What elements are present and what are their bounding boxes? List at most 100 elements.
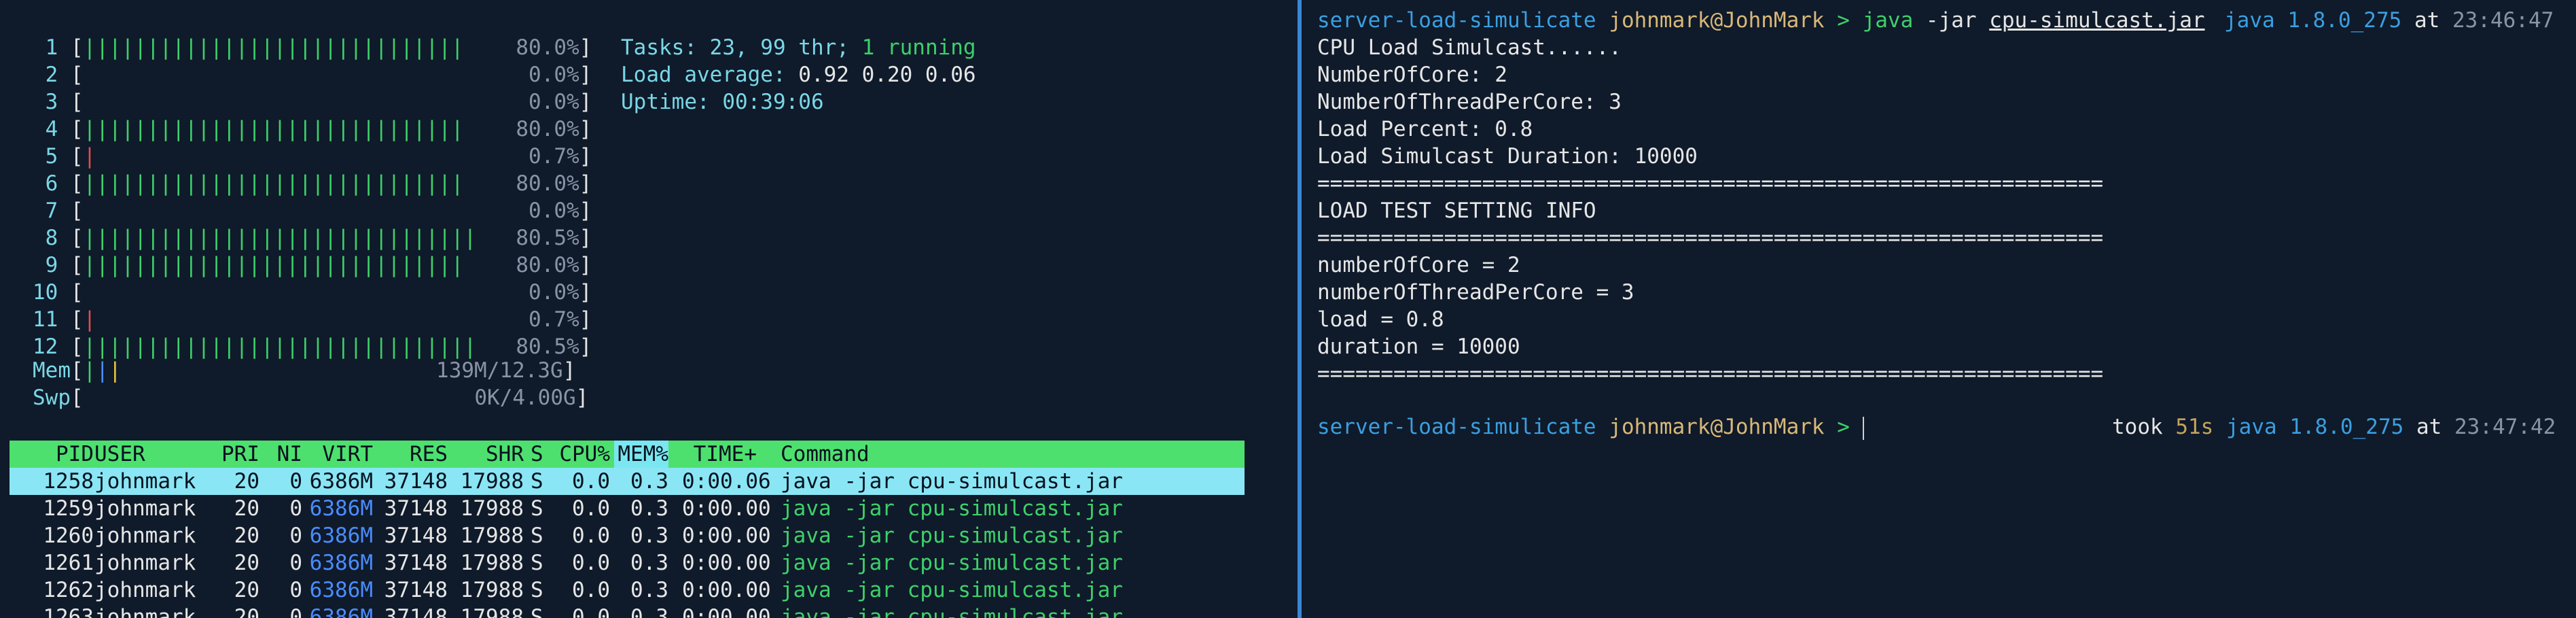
process-res: 37148 [384,496,448,521]
process-ni: 0 [289,578,302,602]
process-shr: 17988 [460,523,524,548]
process-cmd: java -jar cpu-simulcast.jar [781,523,1123,548]
process-mem: 0.3 [630,551,668,575]
process-virt: 6386M [309,551,373,575]
cpu-meter: 7 [0.0%] [33,199,592,223]
cpu-number: 6 [33,171,58,196]
prompt-line-1: server-load-simulicate johnmark@JohnMark… [1317,8,2205,33]
process-user: johnmark [94,523,196,548]
process-cpu: 0.0 [572,523,610,548]
cpu-percent: 80.0% [516,117,579,141]
process-cmd: java -jar cpu-simulcast.jar [781,605,1123,618]
output-line: ========================================… [1317,226,2104,250]
process-ni: 0 [289,496,302,521]
process-s: S [531,578,543,602]
process-user: johnmark [94,578,196,602]
process-user: johnmark [94,551,196,575]
cpu-number: 4 [33,117,58,141]
column-header-ni[interactable]: NI [265,441,302,468]
process-cpu: 0.0 [572,605,610,618]
process-pri: 20 [234,551,260,575]
process-cmd: java -jar cpu-simulcast.jar [781,469,1123,494]
process-mem: 0.3 [630,605,668,618]
cpu-number: 10 [33,280,58,305]
process-virt: 6386M [309,496,373,521]
cpu-percent: 80.0% [516,35,579,60]
process-res: 37148 [384,605,448,618]
output-line: CPU Load Simulcast...... [1317,35,1622,60]
cpu-usage-bar: |||||||||||||||||||||||||||||| [83,253,464,277]
process-pid: 1263 [43,605,94,618]
process-res: 37148 [384,469,448,494]
process-res: 37148 [384,523,448,548]
cpu-meter: 2 [0.0%] [33,63,592,87]
column-header-virt[interactable]: VIRT [308,441,373,468]
column-header-user[interactable]: USER [94,441,217,468]
output-line: load = 0.8 [1317,307,1444,332]
process-table-header[interactable]: PID USER PRI NI VIRT RES SHR S CPU% MEM% TIME+ Comm… [10,441,1245,468]
cpu-usage-bar: |||||||||||||||||||||||||||||| [83,117,464,141]
process-time: 0:00.00 [682,551,771,575]
process-user: johnmark [94,605,196,618]
column-header-pid[interactable]: PID [19,441,94,468]
output-line: NumberOfThreadPerCore: 3 [1317,90,1622,114]
process-virt: 6386M [309,605,373,618]
process-s: S [531,605,543,618]
cpu-percent: 0.0% [529,63,579,87]
process-pid: 1259 [43,496,94,521]
process-s: S [531,523,543,548]
cpu-usage-bar: | [83,144,96,169]
process-virt: 6386M [309,469,373,494]
process-cpu: 0.0 [572,496,610,521]
column-header-pri[interactable]: PRI [212,441,260,468]
cpu-percent: 80.0% [516,253,579,277]
text-cursor [1862,416,1864,440]
cpu-usage-bar: |||||||||||||||||||||||||||||| [83,171,464,196]
process-row[interactable]: 1263 johnmark 20 0 6386M 37148 17988 S 0.0 0.3 0:0… [10,604,1245,618]
prompt-line-2: server-load-simulicate johnmark@JohnMark… [1317,413,1864,441]
cpu-usage-bar: |||||||||||||||||||||||||||||| [83,35,464,60]
output-line: numberOfThreadPerCore = 3 [1317,280,1634,305]
cpu-percent: 0.0% [529,280,579,305]
column-header-time[interactable]: TIME+ [682,441,757,468]
column-header-s[interactable]: S [531,441,545,468]
column-header-cmd[interactable]: Command [781,441,1188,468]
cpu-number: 2 [33,63,58,87]
process-cpu: 0.0 [572,469,610,494]
process-mem: 0.3 [630,578,668,602]
uptime-line: Uptime: 00:39:06 [621,90,824,114]
output-line: ========================================… [1317,362,2104,386]
column-header-res[interactable]: RES [380,441,448,468]
process-user: johnmark [94,496,196,521]
process-cmd: java -jar cpu-simulcast.jar [781,551,1123,575]
process-time: 0:00.00 [682,605,771,618]
process-pri: 20 [234,605,260,618]
terminal-pane[interactable]: server-load-simulicate johnmark@JohnMark… [1304,0,2576,618]
process-cpu: 0.0 [572,578,610,602]
column-header-cpu[interactable]: CPU% [554,441,610,468]
process-row[interactable]: 1261 johnmark 20 0 6386M 37148 17988 S 0.0 0.3 0:0… [10,549,1245,577]
load-average-line: Load average: 0.92 0.20 0.06 [621,63,976,87]
process-row[interactable]: 1262 johnmark 20 0 6386M 37148 17988 S 0.0 0.3 0:0… [10,577,1245,604]
process-pri: 20 [234,523,260,548]
process-ni: 0 [289,605,302,618]
process-s: S [531,496,543,521]
process-row[interactable]: 1260 johnmark 20 0 6386M 37148 17988 S 0.0 0.3 0:0… [10,522,1245,549]
process-row[interactable]: 1259 johnmark 20 0 6386M 37148 17988 S 0.0 0.3 0:0… [10,495,1245,522]
column-header-mem[interactable]: MEM% [614,441,668,468]
process-row[interactable]: 1258 johnmark 20 0 6386M 37148 17988 S 0.0 0.3 0:0… [10,468,1245,495]
output-line: duration = 10000 [1317,334,1520,359]
output-line: Load Simulcast Duration: 10000 [1317,144,1698,169]
cpu-meter: 1 [|||||||||||||||||||||||||||||| 80.0%] [33,35,592,60]
output-line: numberOfCore = 2 [1317,253,1520,277]
swap-meter: Swp[0K/4.00G] [33,385,589,410]
cpu-usage-bar: ||||||||||||||||||||||||||||||| [83,226,477,250]
process-ni: 0 [289,523,302,548]
cpu-percent: 80.5% [516,334,579,359]
cpu-number: 7 [33,199,58,223]
tasks-line: Tasks: 23, 99 thr; 1 running [621,35,976,60]
cpu-meter: 4 [|||||||||||||||||||||||||||||| 80.0%] [33,117,592,141]
process-shr: 17988 [460,551,524,575]
pane-divider[interactable] [1298,0,1302,618]
column-header-shr[interactable]: SHR [454,441,524,468]
